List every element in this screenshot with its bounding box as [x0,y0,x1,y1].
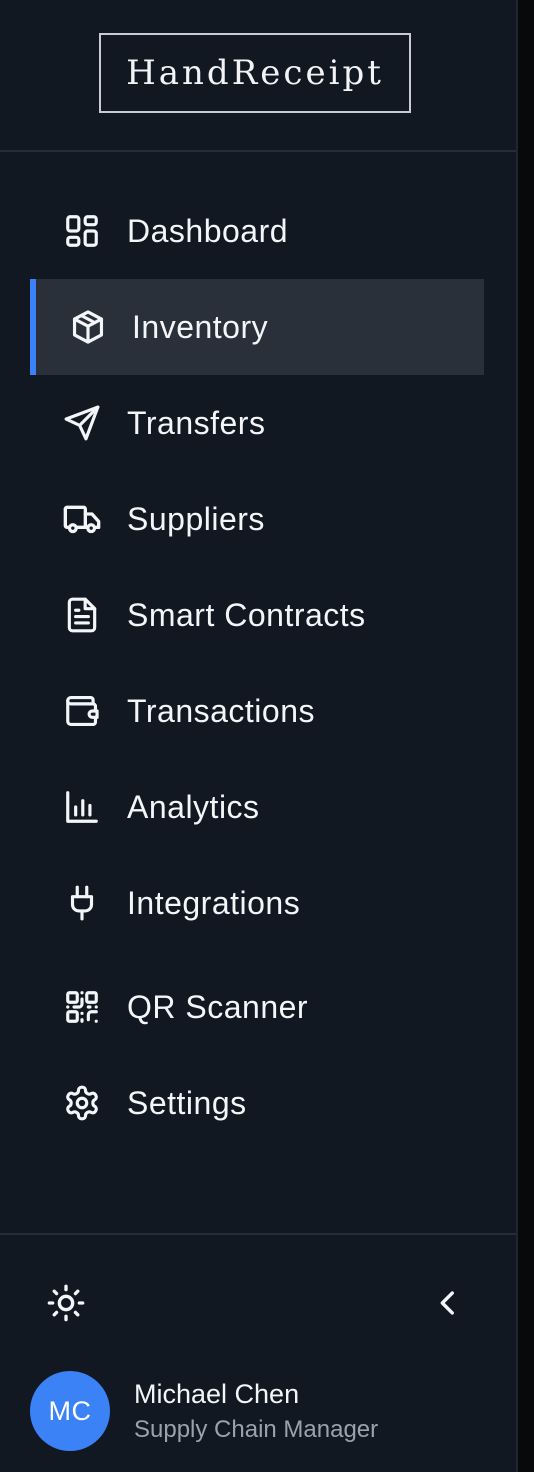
sidebar-item-label: Settings [127,1084,247,1121]
sidebar-item-label: Integrations [127,884,301,921]
sidebar-item-label: Smart Contracts [127,596,366,633]
collapse-sidebar-button[interactable] [428,1283,468,1323]
sidebar-item-transfers[interactable]: Transfers [30,375,484,471]
sidebar-item-label: Dashboard [127,212,289,249]
sidebar-item-transactions[interactable]: Transactions [30,663,484,759]
logo-area: HandReceipt [0,0,516,152]
qr-code-icon [62,987,102,1027]
sidebar-item-dashboard[interactable]: Dashboard [30,183,484,279]
sidebar-item-label: QR Scanner [127,988,309,1025]
gear-icon [62,1083,102,1123]
bar-chart-icon [62,787,102,827]
sun-icon [46,1283,86,1323]
sidebar-item-inventory[interactable]: Inventory [30,279,484,375]
user-name: Michael Chen [134,1379,300,1409]
plug-icon [62,883,102,923]
send-icon [62,403,102,443]
sidebar-item-integrations[interactable]: Integrations [30,855,484,951]
sidebar-item-settings[interactable]: Settings [30,1055,484,1151]
sidebar-item-label: Suppliers [127,500,265,537]
wallet-icon [62,691,102,731]
user-role: Supply Chain Manager [134,1416,379,1443]
truck-icon [62,499,102,539]
content-edge [518,0,534,1472]
chevron-left-icon [431,1286,465,1320]
sidebar-item-qr-scanner[interactable]: QR Scanner [30,959,484,1055]
sidebar-item-suppliers[interactable]: Suppliers [30,471,484,567]
sidebar-item-smart-contracts[interactable]: Smart Contracts [30,567,484,663]
footer-divider [0,1233,516,1235]
dashboard-icon [62,211,102,251]
sidebar-item-analytics[interactable]: Analytics [30,759,484,855]
sidebar-item-label: Transfers [127,404,266,441]
sidebar-item-label: Analytics [127,788,260,825]
document-icon [62,595,102,635]
package-icon [68,307,108,347]
theme-toggle-button[interactable] [44,1281,88,1325]
sidebar-item-label: Transactions [127,692,315,729]
sidebar-item-label: Inventory [132,308,269,345]
sidebar: HandReceipt Dashboard Inventory Transfer… [0,0,518,1472]
avatar[interactable]: MC [30,1371,110,1451]
app-logo[interactable]: HandReceipt [99,33,411,113]
